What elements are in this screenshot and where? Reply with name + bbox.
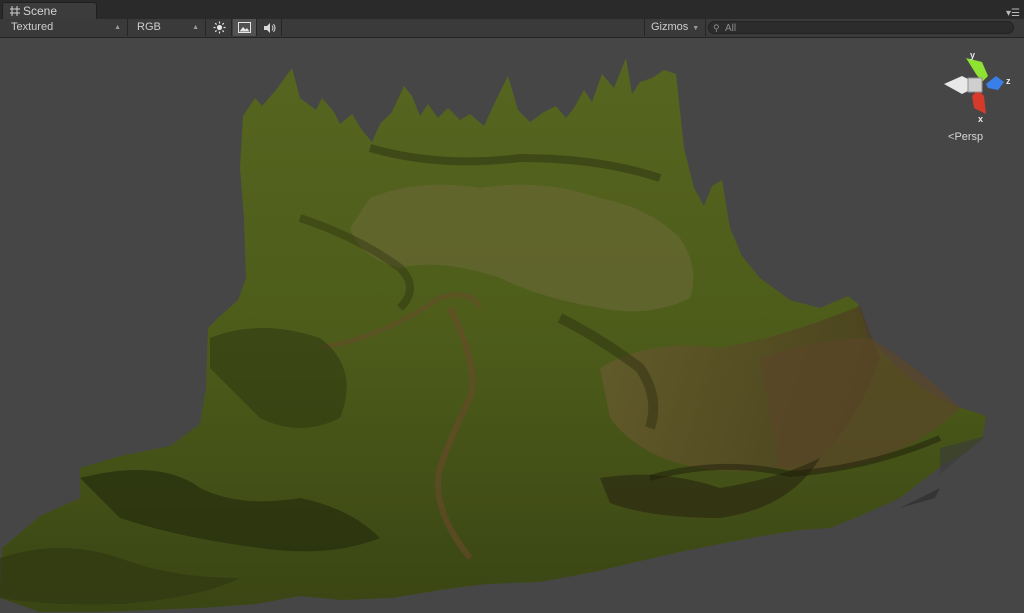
image-icon	[238, 22, 251, 33]
audio-toggle-button[interactable]	[258, 19, 282, 36]
sun-icon	[213, 21, 226, 34]
axis-x-label: x	[978, 114, 983, 124]
search-input[interactable]: ⚲ All	[708, 21, 1014, 34]
tab-bar: Scene ▾☰	[0, 0, 1024, 20]
chevron-down-icon: ▼	[692, 25, 700, 32]
tab-scene-label: Scene	[23, 4, 58, 18]
search-placeholder: All	[725, 23, 737, 34]
render-mode-dropdown[interactable]: Textured ▲	[0, 19, 128, 36]
context-menu-icon[interactable]: ▾☰	[1006, 8, 1020, 19]
grid-icon	[10, 6, 20, 16]
axis-z-label: z	[1006, 76, 1011, 86]
axis-y-label: y	[970, 50, 975, 60]
image-toggle-button[interactable]	[233, 19, 257, 36]
projection-toggle[interactable]: <Persp	[948, 131, 983, 143]
projection-label: Persp	[954, 131, 984, 143]
axis-z-cone[interactable]	[986, 76, 1004, 90]
scene-toolbar: Textured ▲ RGB ▲ Gizmos ▼ ⚲ All	[0, 19, 1024, 38]
axis-x-cone[interactable]	[972, 90, 986, 114]
speaker-icon	[263, 22, 275, 33]
updown-arrow-icon: ▲	[114, 24, 121, 31]
gizmos-label: Gizmos	[651, 21, 689, 33]
tab-scene[interactable]: Scene	[2, 2, 97, 19]
scene-viewport[interactable]	[0, 38, 1024, 613]
lighting-toggle-button[interactable]	[208, 19, 232, 36]
updown-arrow-icon: ▲	[192, 24, 199, 31]
channel-mode-value: RGB	[137, 21, 161, 33]
orientation-gizmo[interactable]: y z x	[940, 42, 1024, 142]
gizmos-dropdown[interactable]: Gizmos ▼	[644, 19, 707, 36]
render-mode-value: Textured	[11, 21, 54, 33]
gizmo-center-cube[interactable]	[967, 77, 983, 93]
channel-mode-dropdown[interactable]: RGB ▲	[128, 19, 206, 36]
search-icon: ⚲	[713, 23, 720, 33]
